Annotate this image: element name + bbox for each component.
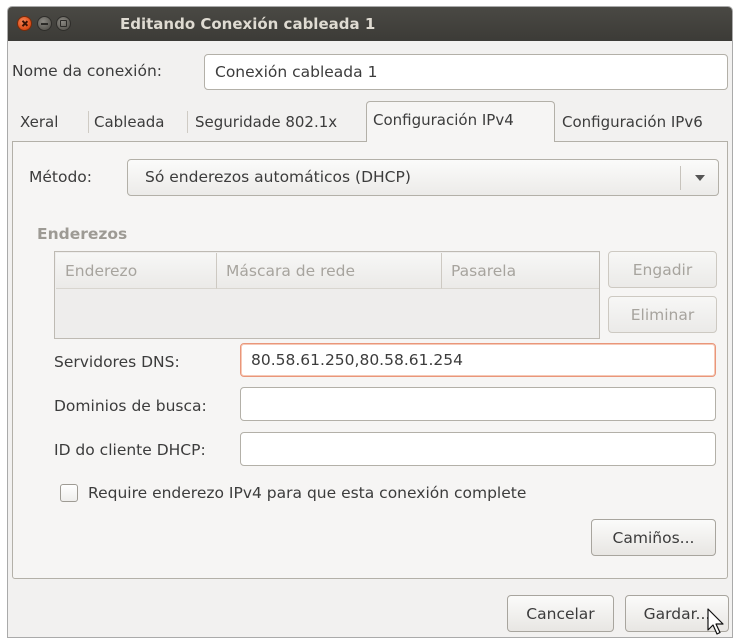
search-domains-label: Dominios de busca: bbox=[54, 397, 207, 415]
connection-name-label: Nome da conexión: bbox=[12, 62, 163, 80]
tab-general[interactable]: Xeral bbox=[14, 104, 86, 141]
tab-ipv6-settings[interactable]: Configuración IPv6 bbox=[556, 104, 732, 141]
search-domains-input[interactable] bbox=[240, 387, 716, 421]
column-header-netmask[interactable]: Máscara de rede bbox=[217, 253, 442, 289]
window-title: Editando Conexión cableada 1 bbox=[120, 15, 376, 33]
dialog-window: Editando Conexión cableada 1 Nome da con… bbox=[7, 6, 733, 638]
cancel-button[interactable]: Cancelar bbox=[507, 595, 614, 632]
column-header-address[interactable]: Enderezo bbox=[56, 253, 217, 289]
connection-name-input[interactable] bbox=[204, 54, 728, 90]
routes-button[interactable]: Camiños... bbox=[591, 519, 716, 556]
minimize-window-icon[interactable] bbox=[37, 16, 52, 31]
require-ipv4-checkbox[interactable] bbox=[60, 484, 78, 502]
tab-security-8021x[interactable]: Seguridade 802.1x bbox=[189, 104, 365, 141]
dns-servers-input[interactable] bbox=[240, 343, 716, 377]
dropdown-separator bbox=[680, 166, 681, 190]
delete-address-button[interactable]: Eliminar bbox=[608, 296, 717, 333]
maximize-window-icon[interactable] bbox=[56, 16, 71, 31]
dhcp-client-id-input[interactable] bbox=[240, 432, 716, 466]
addresses-table[interactable]: Enderezo Máscara de rede Pasarela bbox=[54, 251, 600, 339]
addresses-section-title: Enderezos bbox=[37, 225, 128, 243]
screenshot-page: Editando Conexión cableada 1 Nome da con… bbox=[0, 0, 739, 640]
dhcp-client-id-label: ID do cliente DHCP: bbox=[54, 441, 206, 459]
tab-ipv4-settings[interactable]: Configuración IPv4 bbox=[366, 101, 555, 142]
title-bar[interactable]: Editando Conexión cableada 1 bbox=[8, 7, 732, 41]
dns-servers-label: Servidores DNS: bbox=[54, 353, 180, 371]
tab-separator bbox=[187, 111, 188, 133]
tab-general-label: Xeral bbox=[20, 113, 59, 131]
tab-wired[interactable]: Cableada bbox=[88, 104, 186, 141]
tab-ipv4-label: Configuración IPv4 bbox=[373, 111, 514, 129]
column-header-gateway[interactable]: Pasarela bbox=[442, 253, 599, 289]
mouse-pointer-icon bbox=[707, 608, 724, 635]
method-dropdown[interactable]: Só enderezos automáticos (DHCP) bbox=[127, 159, 719, 196]
tab-wired-label: Cableada bbox=[94, 113, 165, 131]
require-ipv4-label[interactable]: Require enderezo IPv4 para que esta cone… bbox=[88, 484, 526, 502]
close-window-icon[interactable] bbox=[17, 16, 32, 31]
tab-security-label: Seguridade 802.1x bbox=[195, 113, 338, 131]
chevron-down-icon bbox=[695, 175, 705, 181]
method-selected-value: Só enderezos automáticos (DHCP) bbox=[145, 168, 411, 186]
add-address-button[interactable]: Engadir bbox=[608, 251, 717, 288]
method-label: Método: bbox=[29, 168, 93, 186]
tab-ipv6-label: Configuración IPv6 bbox=[562, 113, 703, 131]
